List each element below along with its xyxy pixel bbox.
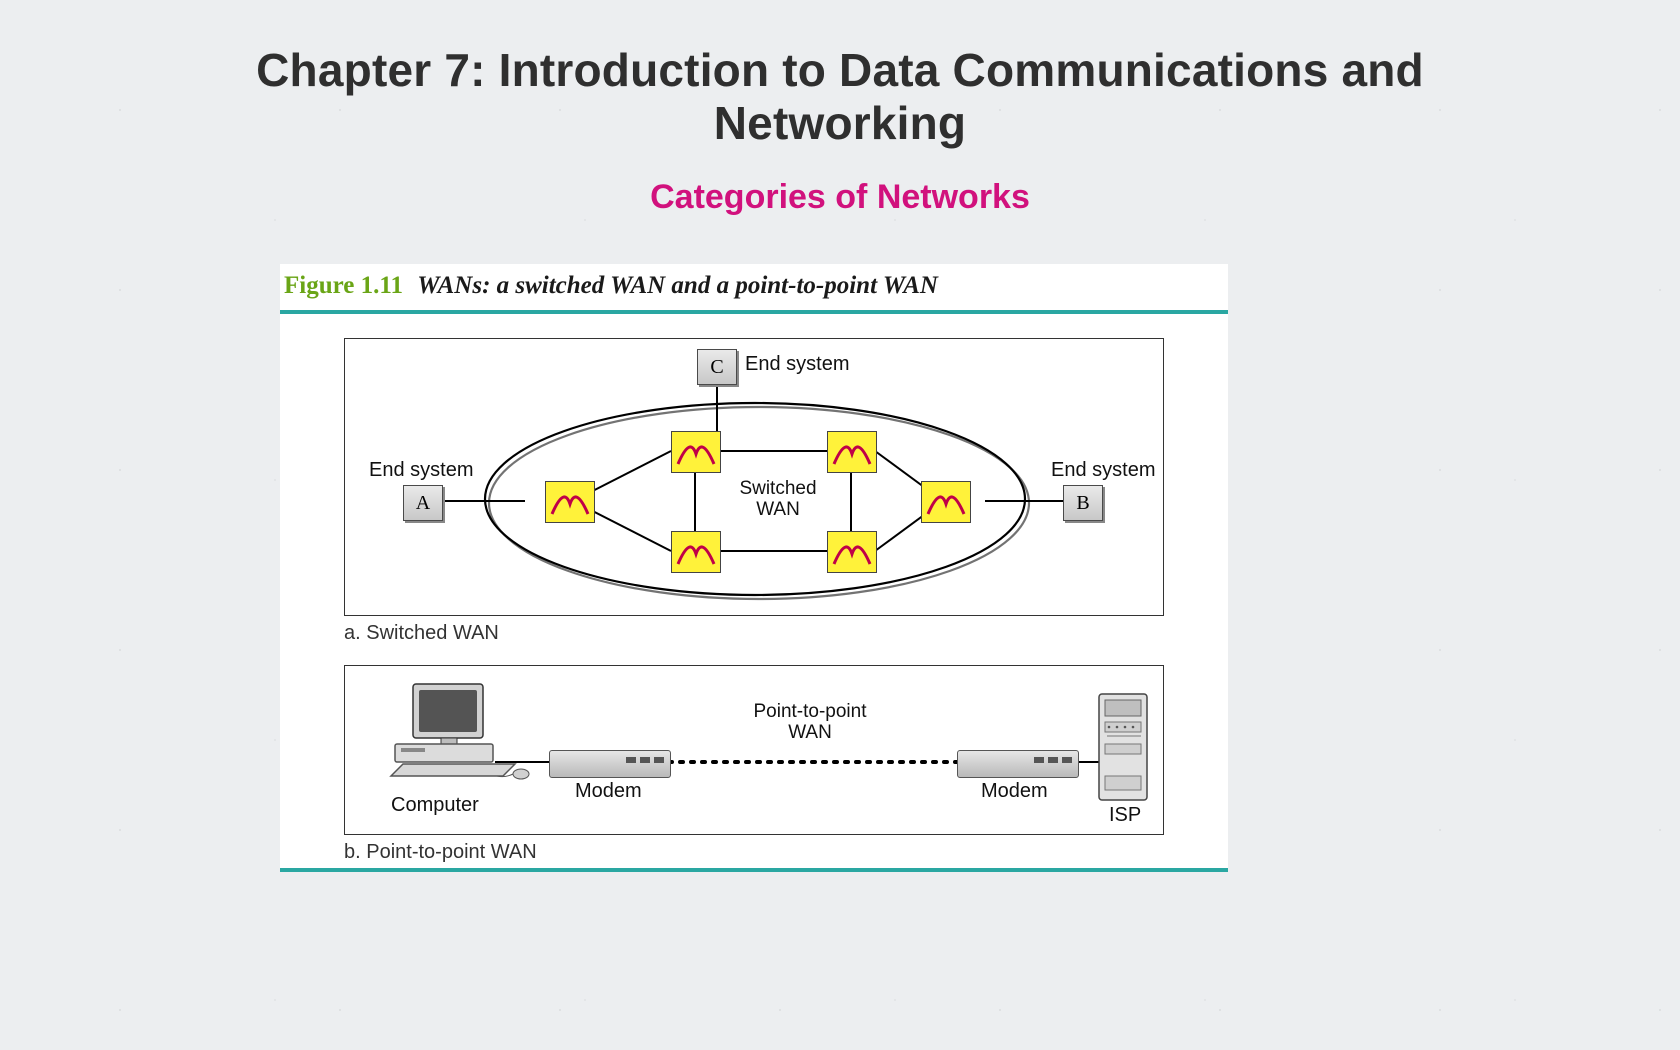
modem-right xyxy=(957,750,1079,778)
title-line2: Networking xyxy=(714,97,966,149)
end-system-c-label: End system xyxy=(745,353,849,376)
panel-a-caption: a. Switched WAN xyxy=(344,622,1228,645)
panel-b-caption: b. Point-to-point WAN xyxy=(344,841,1228,864)
switch-bl xyxy=(671,531,721,573)
ptp-line1: Point-to-point xyxy=(753,701,866,722)
slide-title: Chapter 7: Introduction to Data Communic… xyxy=(0,0,1680,150)
slide: Chapter 7: Introduction to Data Communic… xyxy=(0,0,1680,1050)
slide-subtitle: Categories of Networks xyxy=(0,178,1680,217)
isp-label: ISP xyxy=(1109,804,1141,827)
figure-panel-b: Point-to-point WAN Computer Modem Modem … xyxy=(344,665,1164,835)
end-system-c-letter: C xyxy=(710,356,723,379)
figure-number: Figure 1.11 xyxy=(284,272,403,299)
figure-caption: WANs: a switched WAN and a point-to-poin… xyxy=(417,272,938,299)
switch-tl xyxy=(671,431,721,473)
switched-wan-line1: Switched xyxy=(739,478,816,499)
computer-label: Computer xyxy=(391,794,479,817)
figure-block: Figure 1.11 WANs: a switched WAN and a p… xyxy=(280,264,1228,872)
end-system-b-label: End system xyxy=(1051,459,1155,482)
ptp-link-label: Point-to-point WAN xyxy=(735,702,885,744)
end-system-b: B xyxy=(1063,485,1103,521)
switch-right xyxy=(921,481,971,523)
end-system-b-letter: B xyxy=(1076,492,1089,515)
switched-wan-label: Switched WAN xyxy=(733,479,823,521)
switch-left xyxy=(545,481,595,523)
title-line1: Chapter 7: Introduction to Data Communic… xyxy=(256,44,1424,96)
modem-left xyxy=(549,750,671,778)
header-rule xyxy=(280,310,1228,314)
modem-right-label: Modem xyxy=(981,780,1048,803)
figure-header: Figure 1.11 WANs: a switched WAN and a p… xyxy=(280,264,1228,310)
ptp-line2: WAN xyxy=(788,722,832,743)
footer-rule xyxy=(280,868,1228,872)
end-system-a: A xyxy=(403,485,443,521)
end-system-a-label: End system xyxy=(369,459,473,482)
figure-panel-a: C End system End system A End system B xyxy=(344,338,1164,616)
switch-br xyxy=(827,531,877,573)
modem-left-label: Modem xyxy=(575,780,642,803)
switch-tr xyxy=(827,431,877,473)
end-system-c: C xyxy=(697,349,737,385)
end-system-a-letter: A xyxy=(416,492,430,515)
switched-wan-line2: WAN xyxy=(756,499,800,520)
